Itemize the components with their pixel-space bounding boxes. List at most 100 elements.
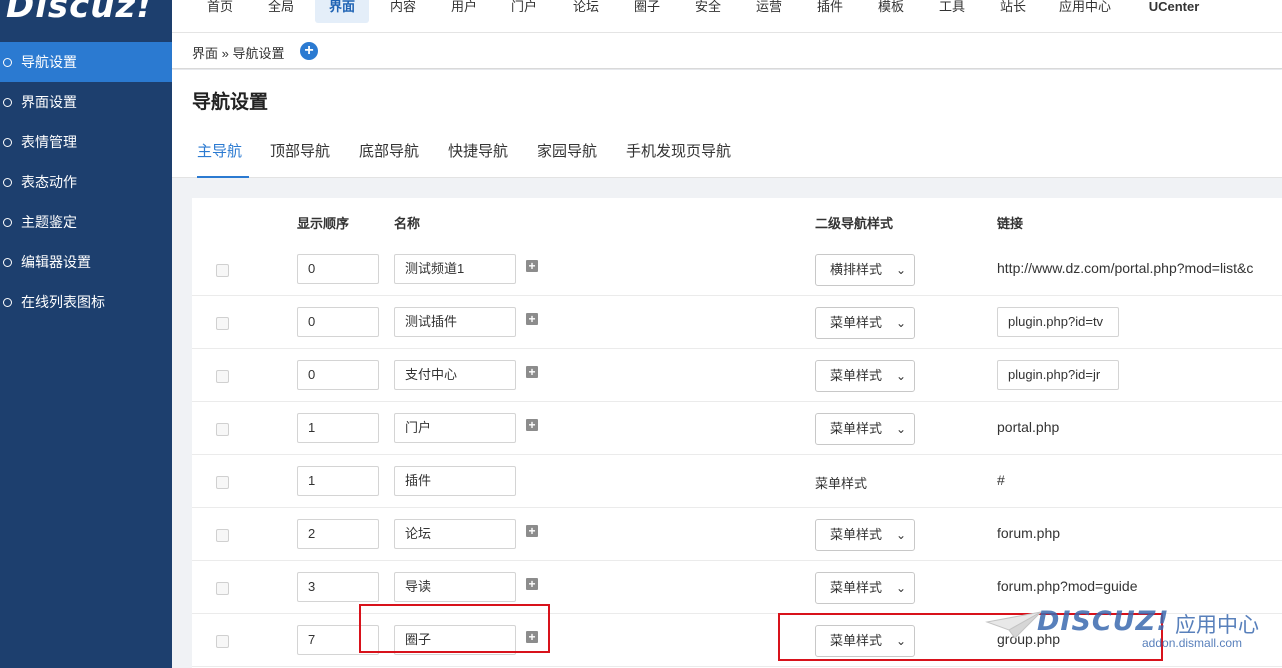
breadcrumb-current: 导航设置 (232, 46, 285, 61)
row-checkbox[interactable] (216, 317, 229, 330)
sidebar-item-emoticons[interactable]: 表情管理 (0, 122, 172, 162)
sidebar-item-ui-settings[interactable]: 界面设置 (0, 82, 172, 122)
link-text: portal.php (997, 419, 1060, 435)
topnav-app-center[interactable]: 应用中心 (1053, 0, 1117, 22)
name-input[interactable]: 测试插件 (394, 307, 516, 337)
tab-quick-nav[interactable]: 快捷导航 (448, 140, 508, 178)
add-subnav-icon[interactable]: + (526, 419, 538, 431)
topnav-portal[interactable]: 门户 (498, 0, 550, 22)
order-input[interactable]: 1 (297, 466, 379, 496)
table-row: 1 插件 菜单样式 # (192, 455, 1282, 508)
tab-footer-nav[interactable]: 底部导航 (359, 140, 419, 178)
sidebar-item-label: 界面设置 (21, 94, 77, 110)
page-title: 导航设置 (192, 92, 269, 113)
chevron-down-icon: ⌄ (895, 581, 906, 595)
add-shortcut-icon[interactable]: + (300, 42, 318, 60)
link-text: forum.php (997, 525, 1061, 541)
row-checkbox[interactable] (216, 264, 229, 277)
style-select-value: 菜单样式 (830, 527, 883, 542)
topnav-webmaster[interactable]: 站长 (987, 0, 1039, 22)
name-input[interactable]: 论坛 (394, 519, 516, 549)
style-select[interactable]: 菜单样式 ⌄ (815, 572, 915, 604)
order-input[interactable]: 3 (297, 572, 379, 602)
sidebar-item-label: 在线列表图标 (21, 294, 105, 310)
row-checkbox[interactable] (216, 476, 229, 489)
add-subnav-icon[interactable]: + (526, 260, 538, 272)
link-input[interactable]: plugin.php?id=tv (997, 307, 1119, 337)
watermark-brand: DISCUZ! (1037, 606, 1170, 637)
watermark-cn: 应用中心 (1175, 614, 1259, 637)
row-checkbox[interactable] (216, 423, 229, 436)
name-input[interactable]: 测试频道1 (394, 254, 516, 284)
sidebar-item-label: 主题鉴定 (21, 214, 77, 230)
sidebar-item-thread-stamps[interactable]: 主题鉴定 (0, 202, 172, 242)
row-checkbox[interactable] (216, 582, 229, 595)
link-input[interactable]: plugin.php?id=jr (997, 360, 1119, 390)
tab-mobile-nav[interactable]: 手机发现页导航 (626, 140, 731, 178)
topnav-home[interactable]: 首页 (194, 0, 246, 22)
style-select[interactable]: 菜单样式 ⌄ (815, 519, 915, 551)
topnav-tools[interactable]: 工具 (926, 0, 978, 22)
table-header: 显示顺序 名称 二级导航样式 链接 (192, 198, 1282, 242)
add-subnav-icon[interactable]: + (526, 525, 538, 537)
style-select[interactable]: 菜单样式 ⌄ (815, 360, 915, 392)
sidebar-item-editor-settings[interactable]: 编辑器设置 (0, 242, 172, 282)
row-checkbox[interactable] (216, 370, 229, 383)
style-select[interactable]: 菜单样式 ⌄ (815, 413, 915, 445)
discuz-logo[interactable]: Discuz! (6, 0, 153, 26)
tab-main-nav[interactable]: 主导航 (197, 140, 249, 178)
breadcrumb-parent[interactable]: 界面 (192, 46, 218, 61)
topnav-interface[interactable]: 界面 (315, 0, 369, 23)
header-order: 显示顺序 (297, 216, 350, 231)
order-input[interactable]: 0 (297, 307, 379, 337)
topnav-operations[interactable]: 运营 (743, 0, 795, 22)
header-name: 名称 (394, 216, 421, 231)
tab-top-nav[interactable]: 顶部导航 (270, 140, 330, 178)
link-text: http://www.dz.com/portal.php?mod=list&c (997, 260, 1254, 276)
topnav-forum[interactable]: 论坛 (560, 0, 612, 22)
style-select[interactable]: 菜单样式 ⌄ (815, 307, 915, 339)
bullet-icon (3, 177, 12, 187)
order-input[interactable]: 2 (297, 519, 379, 549)
header-style: 二级导航样式 (815, 216, 894, 231)
row-checkbox[interactable] (216, 529, 229, 542)
topnav-ucenter[interactable]: UCenter (1138, 0, 1210, 22)
topnav-users[interactable]: 用户 (438, 0, 490, 22)
watermark-url: addon.dismall.com (1142, 636, 1243, 650)
tab-home-nav[interactable]: 家园导航 (537, 140, 597, 178)
add-subnav-icon[interactable]: + (526, 313, 538, 325)
style-select-value: 菜单样式 (830, 580, 883, 595)
add-subnav-icon[interactable]: + (526, 578, 538, 590)
sidebar-item-label: 表态动作 (21, 174, 77, 190)
name-input[interactable]: 导读 (394, 572, 516, 602)
order-input[interactable]: 0 (297, 254, 379, 284)
sidebar-item-online-icons[interactable]: 在线列表图标 (0, 282, 172, 322)
style-select[interactable]: 横排样式 ⌄ (815, 254, 915, 286)
chevron-down-icon: ⌄ (895, 369, 906, 383)
bullet-icon (3, 57, 12, 67)
topnav-content[interactable]: 内容 (377, 0, 429, 22)
chevron-down-icon: ⌄ (895, 422, 906, 436)
name-input[interactable]: 支付中心 (394, 360, 516, 390)
sidebar-item-nav-settings[interactable]: 导航设置 (0, 42, 172, 82)
topnav-security[interactable]: 安全 (682, 0, 734, 22)
add-subnav-icon[interactable]: + (526, 366, 538, 378)
chevron-down-icon: ⌄ (895, 528, 906, 542)
bullet-icon (3, 217, 12, 227)
style-select-value: 横排样式 (830, 262, 883, 277)
topnav-global[interactable]: 全局 (255, 0, 307, 22)
table-row: 0 测试插件 + 菜单样式 ⌄ plugin.php?id=tv (192, 296, 1282, 349)
name-input[interactable]: 门户 (394, 413, 516, 443)
link-text: forum.php?mod=guide (997, 578, 1138, 594)
topnav-templates[interactable]: 模板 (865, 0, 917, 22)
chevron-down-icon: ⌄ (895, 316, 906, 330)
topnav-plugins[interactable]: 插件 (804, 0, 856, 22)
bullet-icon (3, 97, 12, 107)
sidebar-item-reactions[interactable]: 表态动作 (0, 162, 172, 202)
order-input[interactable]: 1 (297, 413, 379, 443)
row-checkbox[interactable] (216, 635, 229, 648)
name-input[interactable]: 插件 (394, 466, 516, 496)
topnav-groups[interactable]: 圈子 (621, 0, 673, 22)
order-input[interactable]: 0 (297, 360, 379, 390)
nav-table: 显示顺序 名称 二级导航样式 链接 0 测试频道1 + 横排样式 ⌄ http:/… (192, 198, 1282, 668)
